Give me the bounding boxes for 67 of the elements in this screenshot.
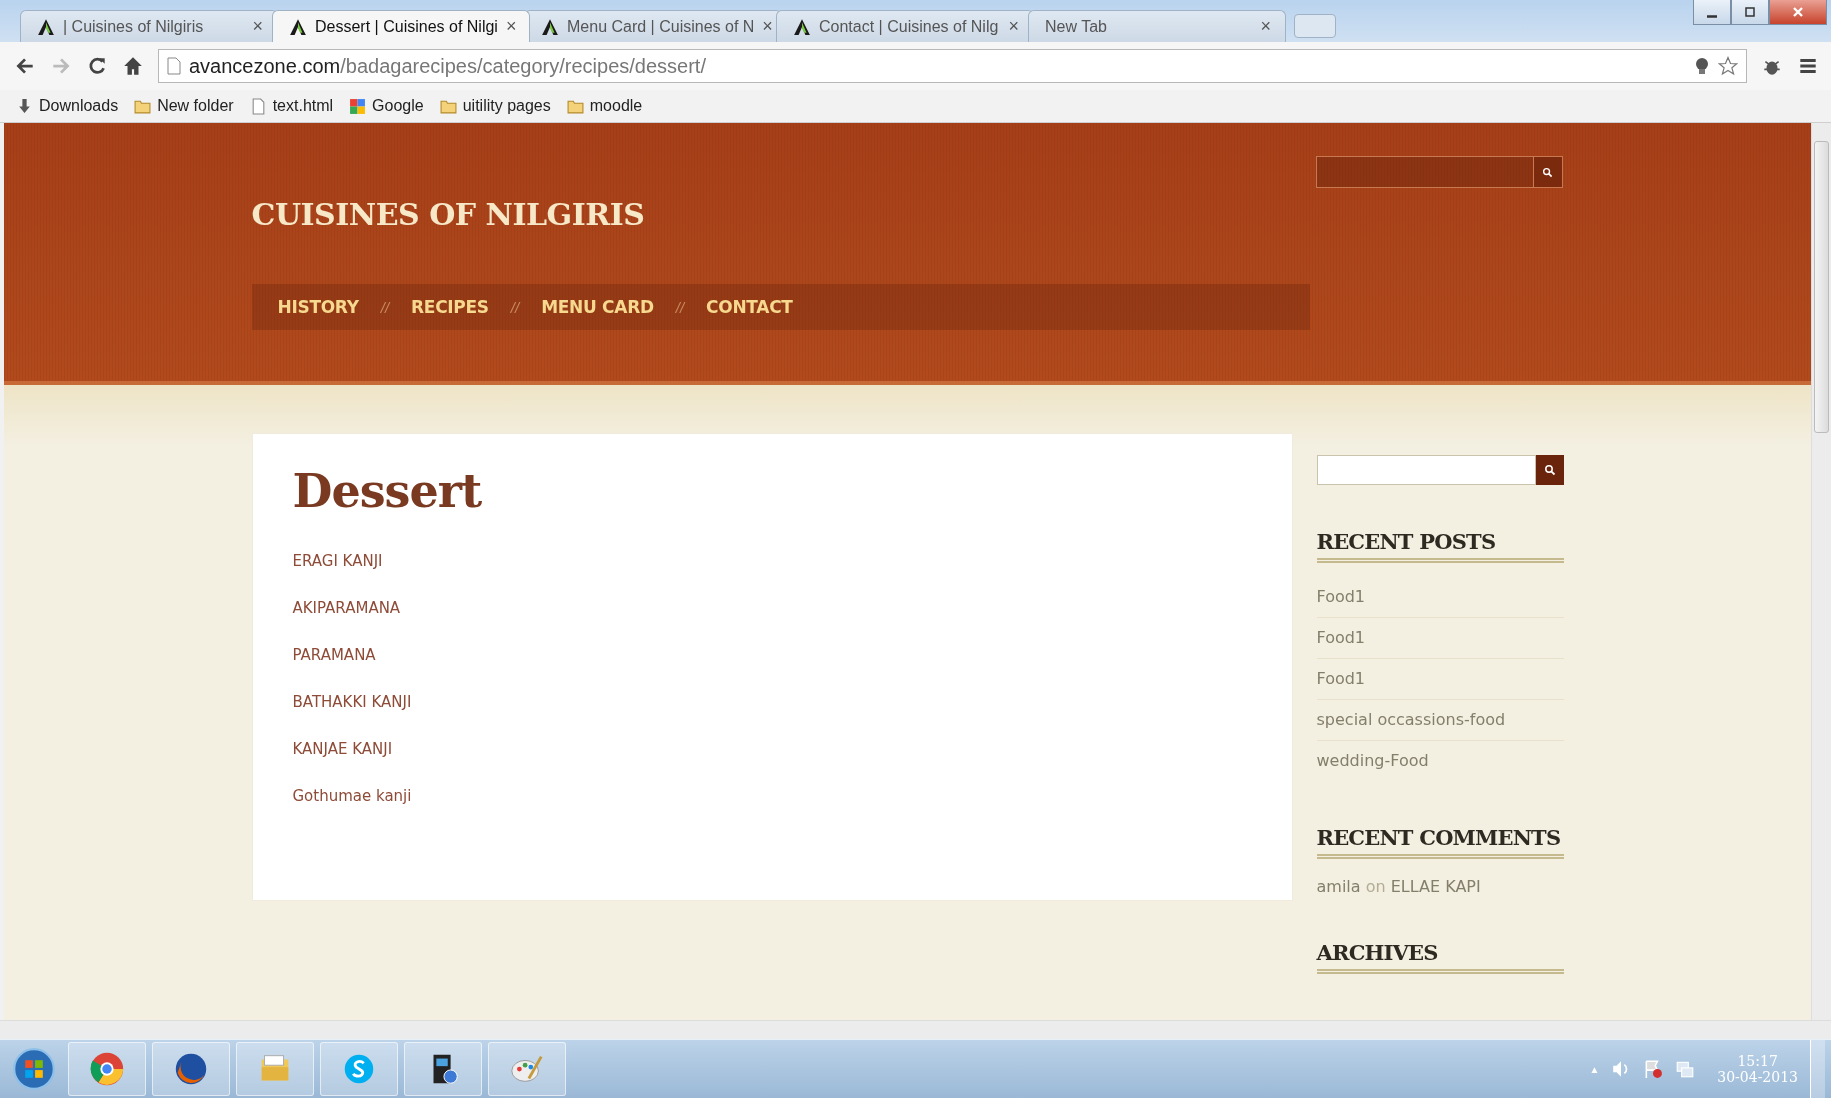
bookmark-link[interactable]: Google	[349, 97, 424, 115]
recent-comment: amila on ELLAE KAPI	[1316, 877, 1482, 896]
bookmark-link[interactable]: text.html	[249, 97, 334, 115]
author-link[interactable]: amila	[1316, 877, 1361, 896]
comment-post-link[interactable]: ELLAE KAPI	[1390, 877, 1481, 896]
post-link[interactable]: PARAMANA	[292, 646, 1252, 693]
nav-link[interactable]: RECIPES	[411, 297, 489, 317]
bookmark-link[interactable]: moodle	[566, 97, 643, 115]
search-icon	[1543, 464, 1556, 476]
logo-icon	[541, 17, 559, 36]
post-link[interactable]: KANJAE KANJI	[292, 740, 1252, 787]
start-orb-icon	[12, 1047, 56, 1091]
flag-icon[interactable]	[1643, 1059, 1664, 1079]
close-icon[interactable]: ×	[1260, 16, 1271, 37]
bookmark-link[interactable]: Downloads	[16, 97, 119, 115]
maximize-button[interactable]	[1731, 0, 1769, 25]
recent-post-link[interactable]: special occassions-food	[1316, 700, 1564, 741]
close-icon[interactable]: ×	[252, 16, 263, 37]
logo-icon	[793, 17, 811, 36]
logo-icon	[289, 17, 307, 36]
recent-post-link[interactable]: wedding-Food	[1316, 741, 1564, 781]
recent-post-link[interactable]: Food1	[1316, 577, 1564, 618]
search-field[interactable]	[1315, 156, 1533, 188]
home-icon[interactable]	[122, 55, 144, 77]
widget-heading: RECENT POSTS	[1316, 529, 1564, 563]
taskbar-app[interactable]	[404, 1042, 482, 1096]
post-link[interactable]: AKIPARAMANA	[292, 599, 1252, 646]
post-link[interactable]: ERAGI KANJI	[292, 552, 1252, 599]
close-icon[interactable]: ×	[505, 16, 517, 37]
close-icon[interactable]: ×	[762, 16, 773, 37]
post-link[interactable]: Gothumae kanji	[292, 787, 1252, 834]
recent-post-link[interactable]: Food1	[1316, 659, 1564, 700]
star-icon[interactable]	[1718, 56, 1738, 76]
page-icon	[167, 57, 181, 75]
nav-separator: //	[380, 298, 390, 316]
address-field[interactable]: avancezone.com/badagarecipes/category/recipes/dessert/	[158, 49, 1747, 83]
site-title[interactable]: CUISINES OF NILGIRIS	[251, 197, 1310, 232]
search-field[interactable]	[1316, 455, 1536, 485]
search-button[interactable]	[1535, 455, 1564, 485]
browser-tab[interactable]: Dessert | Cuisines of Nilgi ×	[272, 10, 530, 42]
vertical-scrollbar[interactable]	[1811, 123, 1831, 1020]
maximize-icon	[1744, 6, 1756, 18]
horizontal-scrollbar[interactable]	[0, 1020, 1831, 1039]
nav-link[interactable]: CONTACT	[706, 297, 793, 317]
recent-post-link[interactable]: Food1	[1316, 618, 1564, 659]
close-icon[interactable]: ×	[1008, 16, 1019, 37]
minimize-button[interactable]	[1693, 0, 1731, 25]
colored-squares-icon	[349, 97, 367, 115]
search-icon	[1542, 166, 1553, 178]
nav-separator: //	[510, 298, 520, 316]
taskbar-app[interactable]	[152, 1042, 230, 1096]
minimize-icon	[1707, 14, 1717, 18]
logo-icon	[37, 17, 55, 36]
search-button[interactable]	[1532, 156, 1563, 188]
widget-heading: ARCHIVES	[1316, 940, 1564, 974]
nav-link[interactable]: HISTORY	[277, 297, 359, 317]
bookmark-link[interactable]: uitility pages	[439, 97, 551, 115]
close-button[interactable]	[1769, 0, 1827, 25]
nav-separator: //	[675, 298, 685, 316]
browser-tab[interactable]: New Tab ×	[1028, 10, 1286, 42]
bookmark-link[interactable]: New folder	[134, 97, 234, 115]
close-icon	[1792, 6, 1804, 18]
page-heading: Dessert	[292, 464, 483, 518]
nav-link[interactable]: MENU CARD	[541, 297, 654, 317]
browser-icon	[88, 1050, 126, 1088]
widget-heading: RECENT COMMENTS	[1316, 825, 1564, 859]
post-link[interactable]: BATHAKKI KANJI	[292, 693, 1252, 740]
